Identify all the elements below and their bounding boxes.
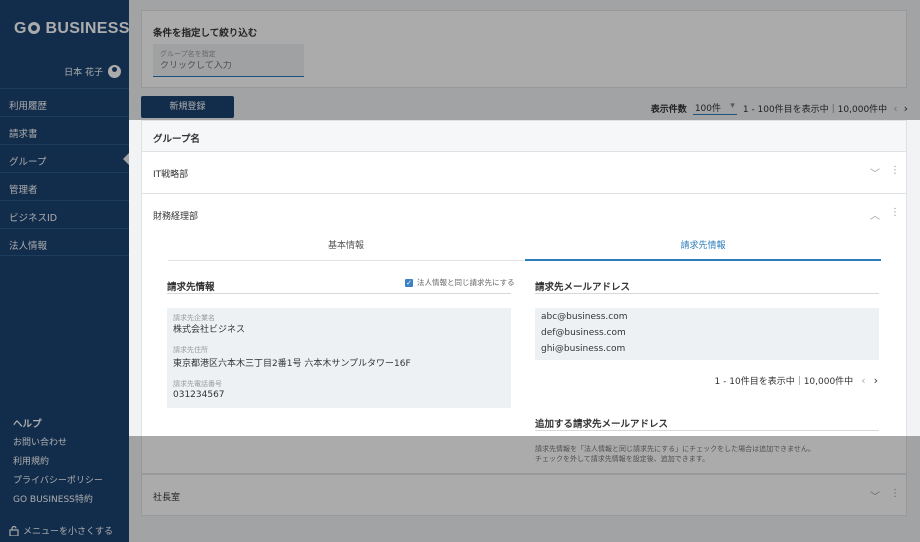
address-value: 東京都港区六本木三丁目2番1号 六本木サンプルタワー16F: [173, 359, 411, 369]
address-label: 請求先住所: [173, 346, 208, 354]
phone-label: 請求先電話番号: [173, 380, 222, 388]
check-icon: ✓: [405, 278, 413, 287]
tab-billing-info[interactable]: 請求先情報: [525, 235, 881, 261]
overlay-top: [0, 0, 920, 120]
email-item: def@business.com: [541, 328, 626, 338]
group-row-it[interactable]: IT戦略部 ﹀ ⋮: [142, 152, 906, 194]
group-name: 財務経理部: [153, 212, 199, 222]
divider: [167, 293, 511, 294]
chevron-down-icon[interactable]: ﹀: [870, 165, 880, 180]
divider: [535, 430, 879, 431]
email-item: ghi@business.com: [541, 344, 626, 354]
group-name: IT戦略部: [153, 170, 189, 180]
tab-basic-info[interactable]: 基本情報: [168, 235, 524, 261]
phone-value: 031234567: [173, 390, 225, 400]
chevron-up-icon[interactable]: ︿: [870, 207, 880, 222]
email-list-box: abc@business.com def@business.com ghi@bu…: [535, 308, 879, 360]
company-value: 株式会社ビジネス: [173, 325, 246, 335]
email-item: abc@business.com: [541, 312, 628, 322]
divider: [535, 293, 879, 294]
list-header: グループ名: [142, 121, 906, 152]
billing-info-box: 請求先企業名 株式会社ビジネス 請求先住所 東京都港区六本木三丁目2番1号 六本…: [167, 308, 511, 408]
email-range-text: 1 - 10件目を表示中｜10,000件中: [714, 377, 854, 387]
prev-page-icon[interactable]: ‹: [861, 374, 865, 387]
same-as-corp-checkbox[interactable]: ✓ 法人情報と同じ請求先にする: [405, 277, 515, 288]
more-vert-icon[interactable]: ⋮: [890, 207, 900, 222]
email-pagination: 1 - 10件目を表示中｜10,000件中 ‹ ›: [715, 374, 878, 387]
detail-tabs: 基本情報 請求先情報: [168, 235, 881, 261]
billing-title: 請求先情報: [167, 282, 215, 293]
email-title: 請求先メールアドレス: [535, 282, 631, 293]
overlay-bottom: [0, 436, 920, 542]
same-as-corp-label: 法人情報と同じ請求先にする: [417, 278, 515, 287]
next-page-icon[interactable]: ›: [874, 374, 878, 387]
overlay-left: [0, 120, 129, 436]
more-vert-icon[interactable]: ⋮: [890, 165, 900, 180]
add-email-title: 追加する請求先メールアドレス: [535, 419, 669, 430]
